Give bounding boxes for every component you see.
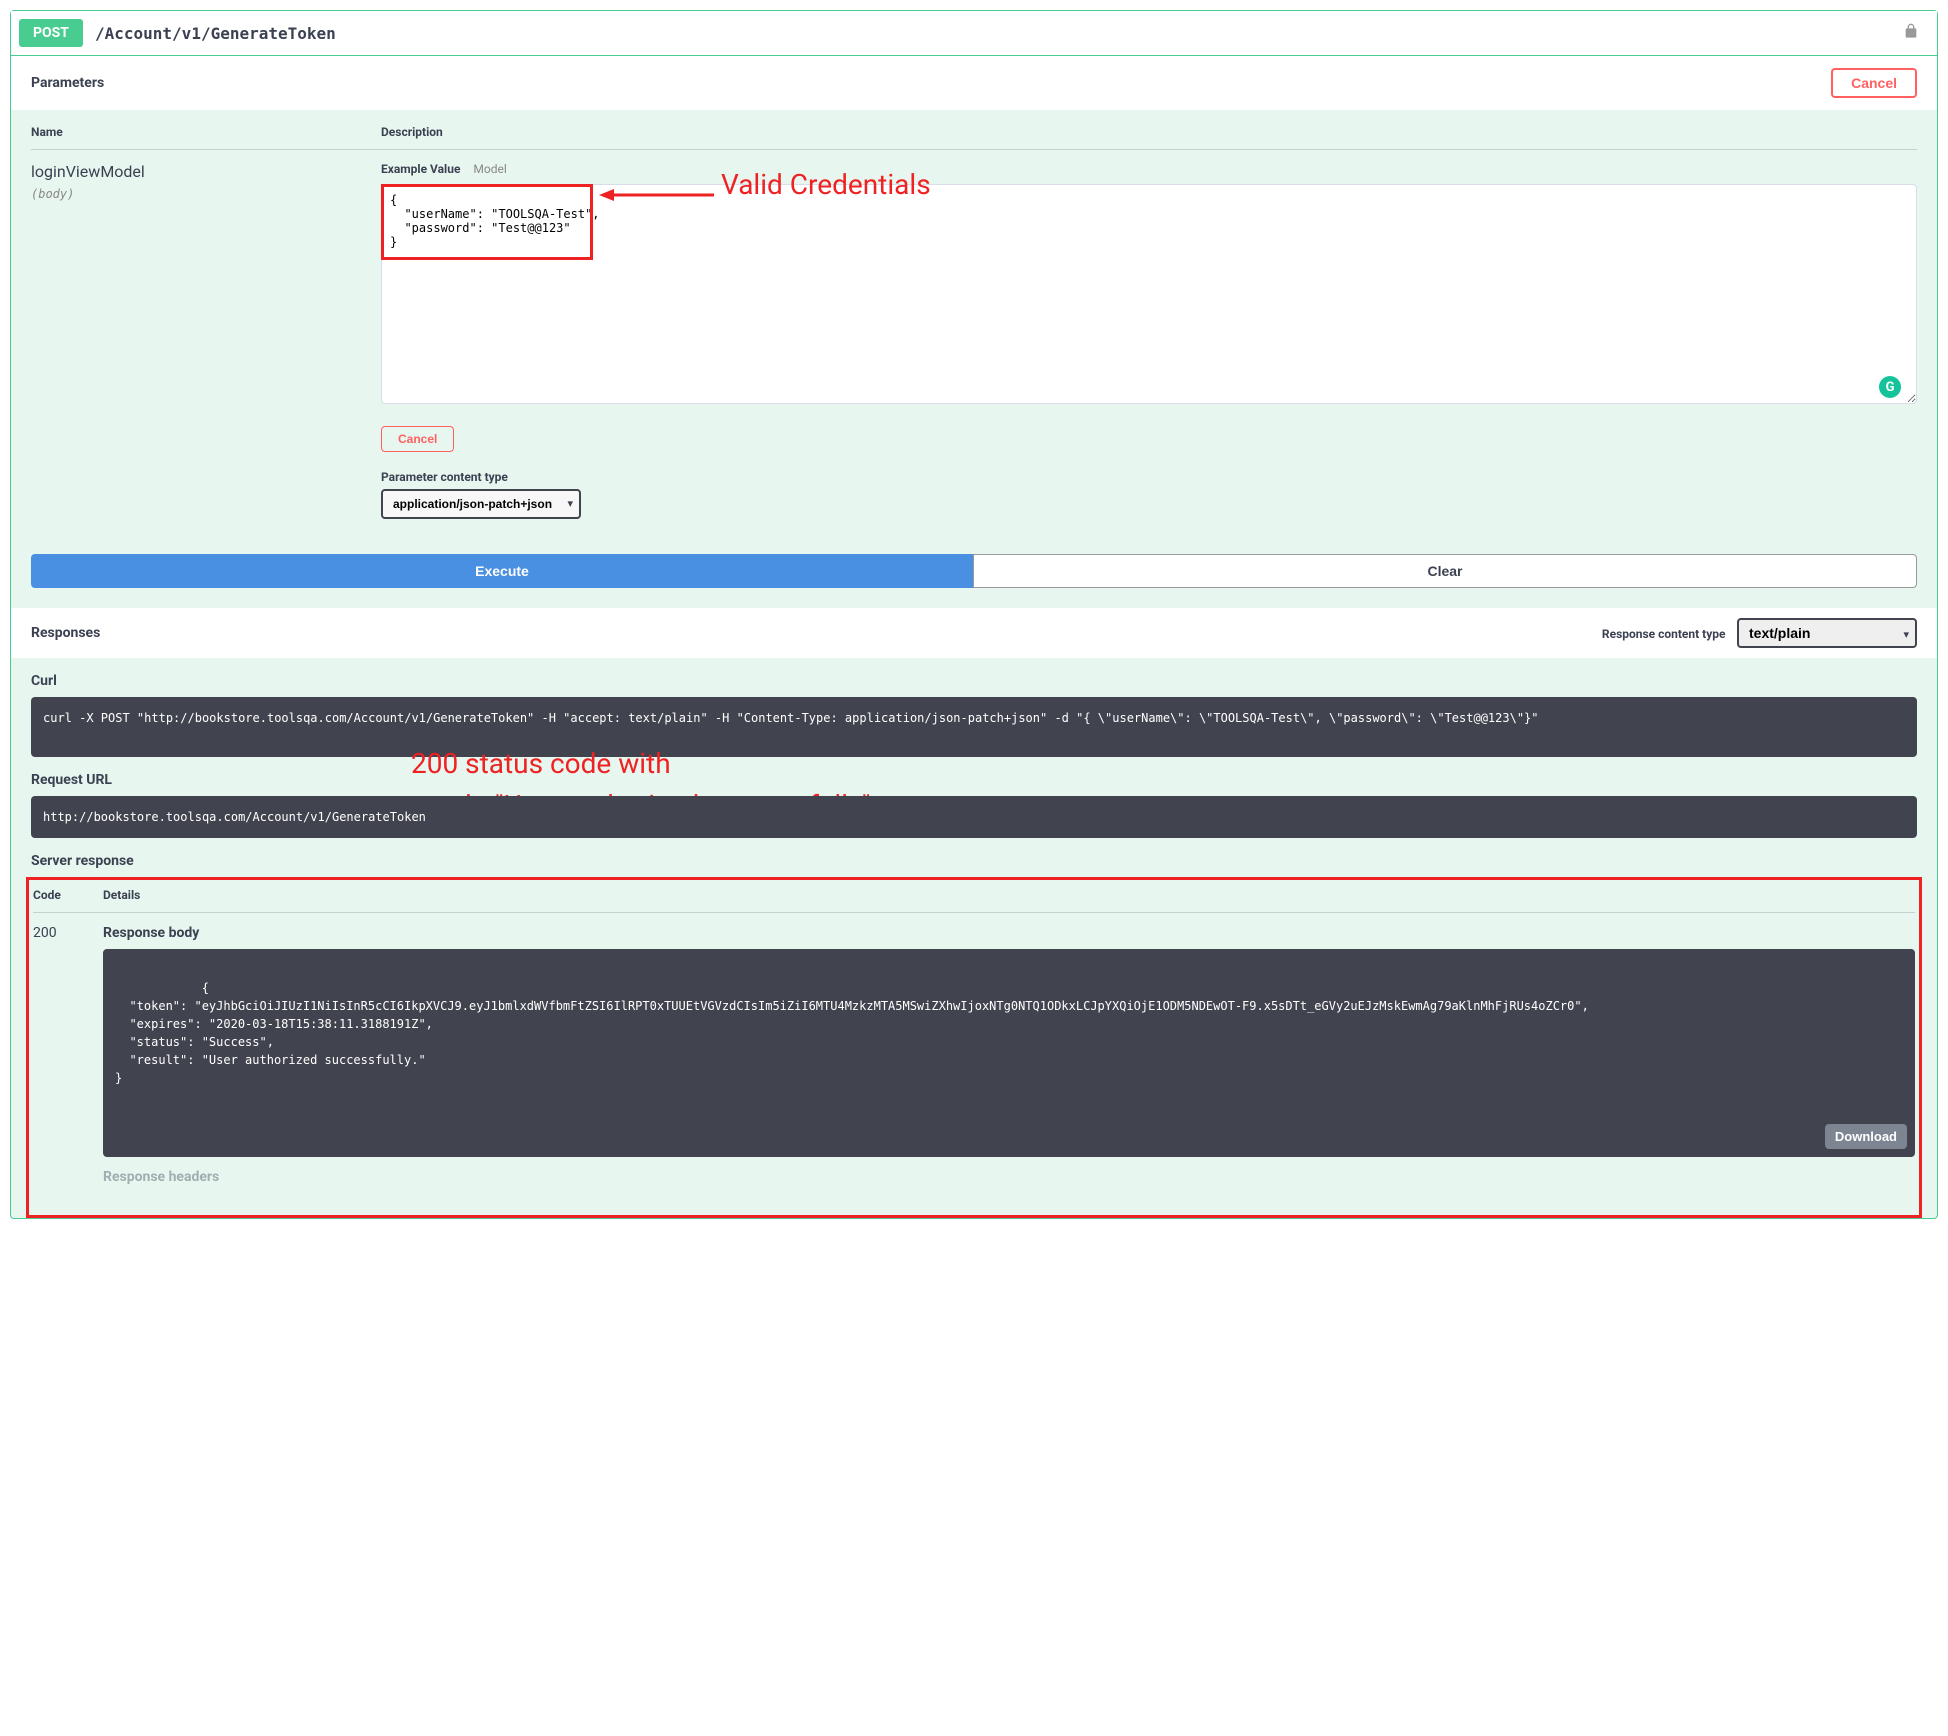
endpoint-path: /Account/v1/GenerateToken <box>95 24 1903 43</box>
parameter-name: loginViewModel <box>31 162 381 181</box>
request-body-textarea[interactable] <box>381 184 1917 404</box>
lock-icon[interactable] <box>1903 23 1919 44</box>
response-status-code: 200 <box>33 925 103 1185</box>
curl-title: Curl <box>31 673 1917 689</box>
response-body-label: Response body <box>103 925 1915 941</box>
curl-command: curl -X POST "http://bookstore.toolsqa.c… <box>31 697 1917 757</box>
parameter-in: (body) <box>31 187 381 201</box>
operation-summary[interactable]: POST /Account/v1/GenerateToken <box>11 11 1937 56</box>
response-code-header: Code <box>33 888 103 902</box>
parameter-content-type-select[interactable]: application/json-patch+json <box>381 489 581 519</box>
server-response-box: Code Details 200 Response body { "token"… <box>26 877 1922 1218</box>
download-button[interactable]: Download <box>1825 1124 1907 1149</box>
clear-button[interactable]: Clear <box>973 554 1917 588</box>
tab-model[interactable]: Model <box>473 162 506 176</box>
request-url-value: http://bookstore.toolsqa.com/Account/v1/… <box>31 796 1917 838</box>
response-content-type-select[interactable]: text/plain <box>1737 618 1917 648</box>
responses-title: Responses <box>31 625 100 641</box>
parameter-content-type-label: Parameter content type <box>381 470 1917 484</box>
response-headers-label: Response headers <box>103 1169 1915 1185</box>
column-description-header: Description <box>381 125 1917 139</box>
cancel-body-button[interactable]: Cancel <box>381 426 454 452</box>
server-response-title: Server response <box>31 853 1917 869</box>
tab-example-value[interactable]: Example Value <box>381 162 460 176</box>
cancel-button[interactable]: Cancel <box>1831 68 1917 98</box>
parameters-header: Parameters Cancel <box>11 56 1937 110</box>
column-name-header: Name <box>31 125 381 139</box>
response-body-value: { "token": "eyJhbGciOiJIUzI1NiIsInR5cCI6… <box>103 949 1915 1157</box>
grammarly-icon: G <box>1879 376 1901 398</box>
response-details-header: Details <box>103 888 1915 902</box>
responses-header: Responses Response content type text/pla… <box>11 608 1937 658</box>
parameters-title: Parameters <box>31 75 104 91</box>
method-badge: POST <box>19 19 83 47</box>
execute-button[interactable]: Execute <box>31 554 973 588</box>
request-url-title: Request URL <box>31 772 1917 788</box>
response-content-type-label: Response content type <box>1602 627 1726 641</box>
